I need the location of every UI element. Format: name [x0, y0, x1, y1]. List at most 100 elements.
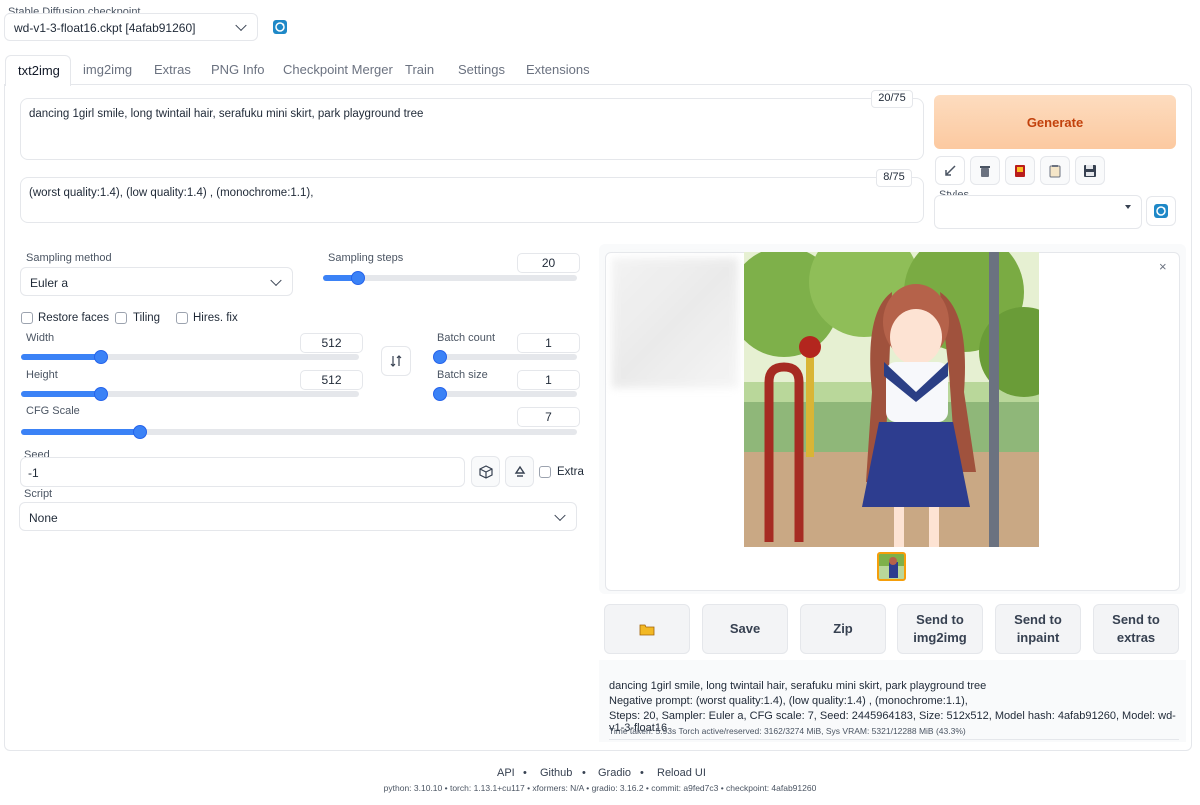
footer-separator: •: [640, 767, 644, 779]
hires-fix-checkbox[interactable]: [176, 312, 188, 324]
refresh-icon: [1154, 204, 1168, 218]
apply-style-button[interactable]: [1040, 156, 1070, 185]
save-button[interactable]: Save: [702, 604, 788, 654]
refresh-styles-button[interactable]: [1146, 196, 1176, 226]
batch-size-input[interactable]: 1: [517, 370, 580, 390]
batch-size-label: Batch size: [437, 369, 488, 381]
generate-label: Generate: [1026, 114, 1084, 130]
width-fill: [21, 354, 101, 360]
cfg-scale-slider[interactable]: [21, 425, 577, 439]
tab-txt2img[interactable]: txt2img: [5, 55, 71, 86]
arrow-down-left-icon: [945, 164, 956, 176]
reuse-seed-button[interactable]: [505, 456, 534, 487]
tab-extensions[interactable]: Extensions: [526, 62, 590, 77]
chevron-down-icon: [270, 274, 282, 286]
footer-link-api[interactable]: API: [497, 767, 515, 779]
width-label: Width: [26, 332, 55, 344]
tiling-checkbox[interactable]: [115, 312, 127, 324]
batch-size-slider[interactable]: [433, 387, 577, 401]
info-divider: [609, 739, 1179, 740]
info-negative: Negative prompt: (worst quality:1.4), (l…: [609, 695, 968, 707]
tab-settings[interactable]: Settings: [458, 62, 505, 77]
extra-seed-checkbox[interactable]: [539, 466, 551, 478]
prompt-textarea[interactable]: dancing 1girl smile, long twintail hair,…: [20, 98, 924, 160]
width-input[interactable]: 512: [300, 333, 363, 353]
folder-icon: [639, 624, 655, 636]
seed-value: -1: [28, 466, 39, 480]
send-to-extras-button[interactable]: Send to extras: [1093, 604, 1179, 654]
send-to-img2img-label: Send to img2img: [913, 612, 967, 645]
batch-size-thumb[interactable]: [433, 387, 447, 401]
send-to-inpaint-button[interactable]: Send to inpaint: [995, 604, 1081, 654]
random-seed-button[interactable]: [471, 456, 500, 487]
chevron-down-icon: [554, 509, 566, 521]
send-to-extras-label: Send to extras: [1112, 612, 1160, 645]
trash-icon: [980, 165, 990, 177]
sampling-steps-input[interactable]: 20: [517, 253, 580, 273]
sampling-method-dropdown[interactable]: Euler a: [20, 267, 293, 296]
height-input[interactable]: 512: [300, 370, 363, 390]
batch-count-slider[interactable]: [433, 350, 577, 364]
send-to-img2img-button[interactable]: Send to img2img: [897, 604, 983, 654]
prompt-text: dancing 1girl smile, long twintail hair,…: [29, 108, 424, 120]
script-value: None: [29, 511, 58, 525]
gallery-thumbnail[interactable]: [877, 552, 906, 581]
seed-input[interactable]: -1: [20, 457, 465, 487]
cfg-scale-input[interactable]: 7: [517, 407, 580, 427]
sampling-steps-slider[interactable]: [323, 271, 577, 285]
negative-prompt-text: (worst quality:1.4), (low quality:1.4) ,…: [29, 187, 314, 199]
batch-count-input[interactable]: 1: [517, 333, 580, 353]
footer-versions: python: 3.10.10 • torch: 1.13.1+cu117 • …: [383, 783, 817, 793]
info-prompt: dancing 1girl smile, long twintail hair,…: [609, 680, 987, 692]
zip-button[interactable]: Zip: [800, 604, 886, 654]
tab-checkpoint-merger[interactable]: Checkpoint Merger: [283, 62, 393, 77]
script-dropdown[interactable]: None: [19, 502, 577, 531]
generation-info: dancing 1girl smile, long twintail hair,…: [599, 660, 1186, 742]
tab-extras[interactable]: Extras: [154, 62, 191, 77]
width-slider[interactable]: [21, 350, 359, 364]
hires-fix-label: Hires. fix: [193, 312, 238, 324]
sampling-steps-thumb[interactable]: [351, 271, 365, 285]
batch-count-label: Batch count: [437, 332, 496, 344]
footer-separator: •: [523, 767, 527, 779]
generate-button[interactable]: Generate: [934, 95, 1176, 149]
height-fill: [21, 391, 101, 397]
floppy-disk-icon: [1084, 164, 1096, 177]
blurred-preview: [612, 258, 738, 388]
batch-count-thumb[interactable]: [433, 350, 447, 364]
cfg-scale-label: CFG Scale: [26, 405, 80, 417]
footer-link-reload-ui[interactable]: Reload UI: [657, 767, 706, 779]
chevron-down-icon: [235, 19, 247, 32]
checkpoint-dropdown[interactable]: wd-v1-3-float16.ckpt [4afab91260]: [4, 13, 258, 41]
show-extra-networks-button[interactable]: [1005, 156, 1035, 185]
height-label: Height: [26, 369, 58, 381]
save-style-button[interactable]: [1075, 156, 1105, 185]
restore-faces-checkbox[interactable]: [21, 312, 33, 324]
height-slider[interactable]: [21, 387, 359, 401]
open-folder-button[interactable]: [604, 604, 690, 654]
tab-train[interactable]: Train: [405, 62, 434, 77]
read-params-button[interactable]: [935, 156, 965, 185]
footer-link-github[interactable]: Github: [540, 767, 572, 779]
tab-img2img[interactable]: img2img: [83, 62, 132, 77]
recycle-icon: [514, 465, 525, 477]
width-thumb[interactable]: [94, 350, 108, 364]
generated-image[interactable]: [744, 252, 1039, 547]
clipboard-icon: [1049, 164, 1061, 177]
footer-link-gradio[interactable]: Gradio: [598, 767, 631, 779]
cfg-scale-thumb[interactable]: [133, 425, 147, 439]
swap-dimensions-button[interactable]: [381, 346, 411, 376]
refresh-checkpoint-button[interactable]: [270, 17, 290, 37]
clear-prompt-button[interactable]: [970, 156, 1000, 185]
height-thumb[interactable]: [94, 387, 108, 401]
close-icon[interactable]: ×: [1159, 259, 1167, 274]
tiling-label: Tiling: [133, 312, 161, 324]
info-time: Time taken: 5.93s Torch active/reserved:…: [609, 726, 966, 736]
checkpoint-value: wd-v1-3-float16.ckpt [4afab91260]: [14, 21, 196, 35]
card-icon: [1015, 164, 1025, 177]
negative-prompt-textarea[interactable]: (worst quality:1.4), (low quality:1.4) ,…: [20, 177, 924, 223]
styles-dropdown[interactable]: [934, 195, 1142, 229]
tab-png-info[interactable]: PNG Info: [211, 62, 264, 77]
script-label: Script: [24, 488, 53, 500]
swap-vertical-icon: [390, 355, 402, 367]
